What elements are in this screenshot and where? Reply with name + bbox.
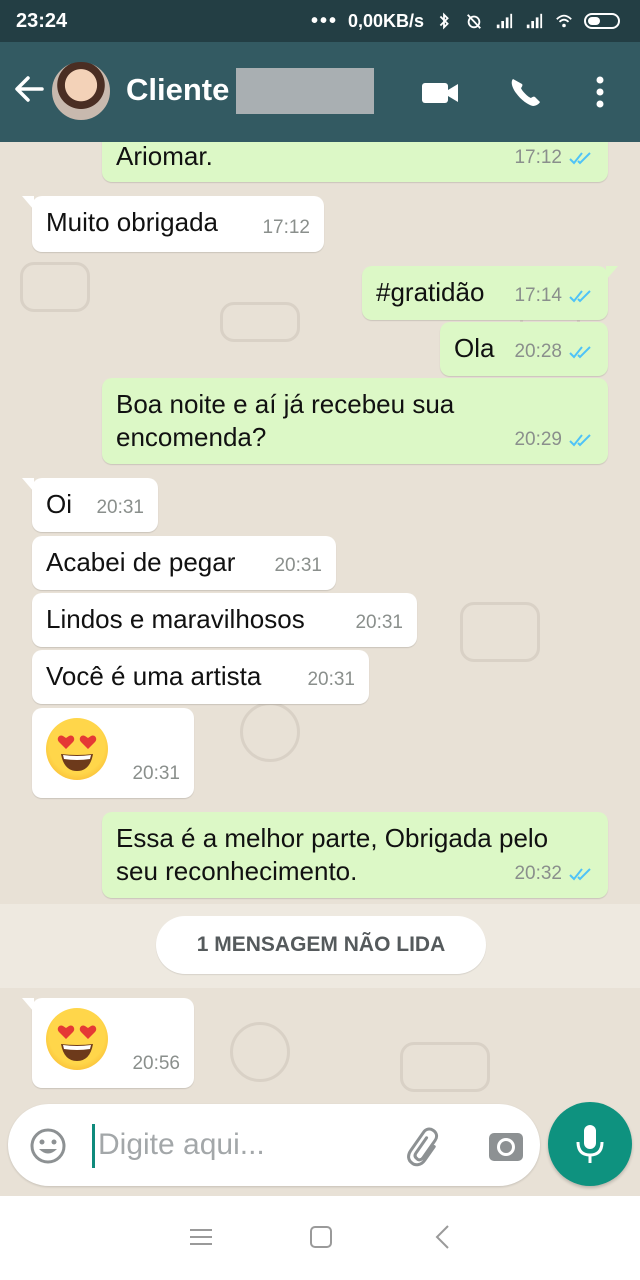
- message-text: Muito obrigada: [46, 207, 218, 237]
- message-text: Essa é a melhor parte, Obrigada pelo seu…: [116, 823, 549, 886]
- text-cursor: [92, 1124, 95, 1168]
- heart-icon: [57, 735, 75, 749]
- back-icon[interactable]: [428, 1222, 458, 1252]
- wallpaper-doodle: [460, 602, 540, 662]
- read-ticks-icon: [569, 867, 591, 880]
- read-ticks-icon: [569, 289, 591, 302]
- message-time: 20:31: [96, 497, 144, 518]
- message-meta: 17:12: [262, 211, 310, 244]
- video-call-icon[interactable]: [418, 72, 462, 112]
- wallpaper-doodle: [400, 1042, 490, 1092]
- voice-call-icon[interactable]: [504, 72, 548, 112]
- message-text: Acabei de pegar: [46, 547, 236, 577]
- message-meta: 17:12: [514, 142, 596, 174]
- message-input[interactable]: Digite aqui...: [98, 1128, 265, 1162]
- message-time: 20:31: [307, 669, 355, 690]
- message-bubble-incoming[interactable]: Muito obrigada 17:12: [22, 196, 324, 252]
- message-bubble-outgoing[interactable]: Boa noite e aí já recebeu sua encomenda?…: [102, 378, 608, 464]
- read-ticks-icon: [569, 345, 591, 358]
- message-bubble-outgoing[interactable]: Ariomar. 17:12: [102, 142, 608, 182]
- message-time: 20:56: [132, 1053, 180, 1074]
- more-dots-icon: •••: [310, 9, 338, 32]
- message-meta: 20:29: [514, 423, 596, 456]
- heart-icon: [79, 735, 97, 749]
- message-text: Ola: [454, 333, 495, 363]
- message-time: 20:31: [132, 763, 180, 784]
- wifi-icon: [556, 14, 572, 28]
- status-bar: 23:24 ••• 0,00KB/s: [0, 0, 640, 42]
- message-bubble-incoming[interactable]: Você é uma artista 20:31: [32, 650, 369, 704]
- message-bubble-incoming[interactable]: 20:31: [32, 708, 194, 798]
- message-meta: 20:28: [514, 335, 596, 368]
- read-ticks-icon: [569, 433, 591, 446]
- message-list[interactable]: Ariomar. 17:12 Muito obrigada 17:12 #gra…: [0, 142, 640, 1104]
- home-icon[interactable]: [306, 1222, 336, 1252]
- wallpaper-doodle: [20, 262, 90, 312]
- message-bubble-outgoing[interactable]: Essa é a melhor parte, Obrigada pelo seu…: [102, 812, 608, 898]
- menu-icon[interactable]: [186, 1222, 216, 1252]
- message-meta: 20:31: [355, 606, 403, 639]
- heart-eyes-emoji: [46, 718, 108, 780]
- message-bubble-incoming[interactable]: Lindos e maravilhosos 20:31: [32, 593, 417, 647]
- read-ticks-icon: [569, 151, 591, 164]
- wallpaper-doodle: [220, 302, 300, 342]
- message-time: 20:32: [514, 863, 562, 884]
- message-text: Você é uma artista: [46, 661, 262, 691]
- message-text: Ariomar.: [116, 142, 213, 171]
- message-time: 20:29: [514, 429, 562, 450]
- message-meta: 20:31: [307, 663, 355, 696]
- attach-icon[interactable]: [404, 1124, 448, 1168]
- message-composer[interactable]: Digite aqui...: [8, 1104, 540, 1186]
- message-bubble-incoming[interactable]: Acabei de pegar 20:31: [32, 536, 336, 590]
- message-meta: 17:14: [514, 279, 596, 312]
- chat-header: Cliente: [0, 42, 640, 142]
- status-time: 23:24: [16, 9, 68, 32]
- battery-icon: [584, 13, 620, 29]
- unread-divider: 1 MENSAGEM NÃO LIDA: [156, 916, 486, 974]
- message-time: 17:14: [514, 285, 562, 306]
- smile-mouth-icon: [61, 754, 93, 771]
- alarm-off-icon: [467, 14, 481, 29]
- message-bubble-outgoing[interactable]: Ola 20:28: [440, 322, 608, 376]
- emoji-icon[interactable]: [28, 1126, 68, 1166]
- back-arrow-icon[interactable]: [12, 72, 46, 106]
- network-speed: 0,00KB/s: [347, 10, 424, 31]
- message-time: 20:31: [274, 555, 322, 576]
- contact-name[interactable]: Cliente: [126, 72, 229, 108]
- signal-icon: [496, 13, 513, 29]
- message-text: Oi: [46, 489, 72, 519]
- avatar[interactable]: [50, 60, 112, 122]
- wallpaper-doodle: [240, 702, 300, 762]
- message-text: Lindos e maravilhosos: [46, 604, 305, 634]
- message-text: #gratidão: [376, 277, 485, 307]
- status-icons: ••• 0,00KB/s: [311, 10, 624, 33]
- message-meta: 20:31: [96, 491, 144, 524]
- more-options-icon[interactable]: [580, 72, 620, 112]
- message-meta: 20:56: [132, 1047, 180, 1080]
- mic-icon: [576, 1125, 604, 1163]
- message-time: 17:12: [514, 147, 562, 168]
- redacted-name-block: [236, 68, 374, 114]
- message-meta: 20:31: [274, 549, 322, 582]
- message-time: 20:31: [355, 612, 403, 633]
- heart-icon: [79, 1025, 97, 1039]
- message-bubble-outgoing[interactable]: #gratidão 17:14: [362, 266, 618, 320]
- message-bubble-incoming[interactable]: 20:56: [22, 998, 194, 1088]
- system-nav-bar: [0, 1196, 640, 1280]
- mic-button[interactable]: [548, 1102, 632, 1186]
- wallpaper-doodle: [230, 1022, 290, 1082]
- camera-icon[interactable]: [486, 1126, 526, 1166]
- smile-mouth-icon: [61, 1044, 93, 1061]
- message-meta: 20:31: [132, 757, 180, 790]
- signal-icon: [526, 13, 543, 29]
- heart-eyes-emoji: [46, 1008, 108, 1070]
- message-text: Boa noite e aí já recebeu sua encomenda?: [116, 389, 455, 452]
- message-time: 17:12: [262, 217, 310, 238]
- message-meta: 20:32: [514, 857, 596, 890]
- bluetooth-icon: [439, 12, 449, 30]
- heart-icon: [57, 1025, 75, 1039]
- message-time: 20:28: [514, 341, 562, 362]
- message-bubble-incoming[interactable]: Oi 20:31: [22, 478, 158, 532]
